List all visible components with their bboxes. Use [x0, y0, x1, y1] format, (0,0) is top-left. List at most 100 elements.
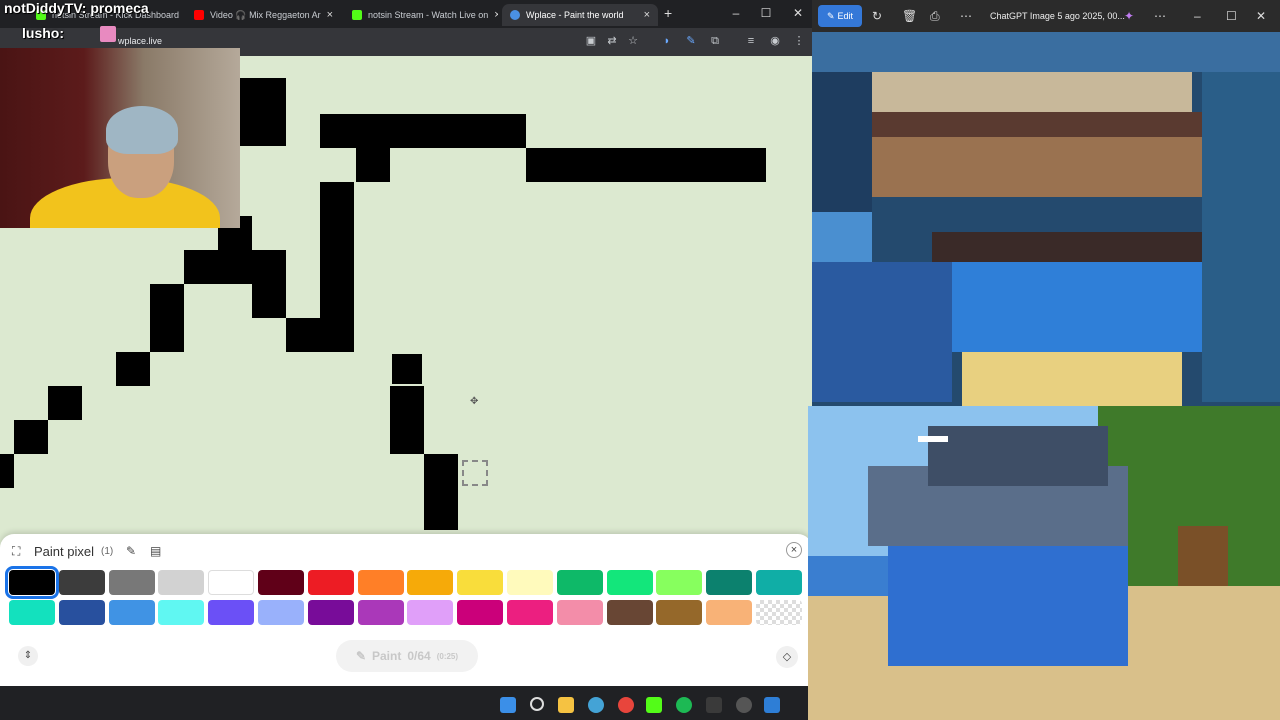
color-swatch[interactable] [5, 566, 59, 599]
search-icon[interactable] [530, 697, 544, 711]
wplace-icon [510, 10, 520, 20]
chat-username: lusho: [22, 25, 64, 41]
pixel-selection-cursor [462, 460, 488, 486]
print-icon[interactable]: ⎙ [930, 9, 940, 24]
close-window-icon[interactable]: ✕ [788, 6, 808, 20]
paint-progress: 0/64 [407, 649, 431, 663]
edit-button[interactable]: ✎ Edit [818, 5, 862, 27]
minimize-icon[interactable]: – [1194, 9, 1201, 23]
painted-pixel [356, 146, 390, 182]
crosshair-icon: ✥ [470, 396, 479, 407]
kick-app-icon[interactable] [646, 697, 662, 713]
terminal-icon[interactable] [706, 697, 722, 713]
painted-pixel [116, 352, 150, 386]
new-tab-button[interactable]: + [664, 5, 672, 21]
color-swatch[interactable] [407, 570, 454, 595]
color-swatch[interactable] [307, 600, 354, 625]
color-swatch[interactable] [208, 600, 255, 625]
color-swatch[interactable] [606, 600, 653, 625]
color-swatch[interactable] [208, 570, 255, 595]
close-panel-button[interactable]: × [786, 542, 802, 558]
painted-pixel [526, 148, 766, 182]
tab-label: Wplace - Paint the world [526, 10, 624, 20]
color-swatch[interactable] [158, 600, 205, 625]
extensions-puzzle-icon[interactable]: ⧉ [708, 34, 722, 48]
paint-button[interactable]: ✎ Paint 0/64 (0:25) [336, 640, 478, 672]
color-swatch[interactable] [457, 570, 504, 595]
url-field[interactable]: wplace.live [118, 36, 162, 46]
more-icon[interactable]: ⋯ [960, 9, 972, 23]
image-pixel-block [812, 32, 1280, 72]
color-swatch[interactable] [556, 570, 603, 595]
image-pixel-block [962, 352, 1182, 406]
color-swatch[interactable] [606, 570, 653, 595]
pixel-art-zoomed-image [812, 32, 1280, 406]
color-swatch[interactable] [507, 570, 553, 595]
color-swatch[interactable] [258, 570, 304, 595]
close-icon[interactable]: × [494, 9, 498, 21]
expand-icon[interactable]: ⇕ [18, 646, 38, 666]
color-swatch[interactable] [706, 600, 753, 625]
color-swatch[interactable] [457, 600, 504, 625]
close-icon[interactable]: × [327, 9, 333, 21]
color-swatch[interactable] [407, 600, 454, 625]
tab-label: notsin Stream - Watch Live on [368, 10, 489, 20]
color-swatch[interactable] [756, 600, 802, 625]
color-swatch[interactable] [556, 600, 603, 625]
color-swatch[interactable] [756, 570, 802, 595]
color-swatch[interactable] [307, 570, 354, 595]
copilot-icon[interactable]: ✦ [1124, 9, 1134, 23]
extension-icon[interactable]: ◗ [660, 34, 674, 48]
tab-youtube-video[interactable]: Video 🎧 Mix Reggaeton Ar × [186, 4, 340, 26]
close-icon[interactable]: × [644, 9, 650, 21]
pencil-icon[interactable]: ✎ [126, 544, 136, 558]
rotate-icon[interactable]: ↻ [872, 9, 882, 23]
color-swatch[interactable] [108, 600, 155, 625]
obs-icon[interactable] [736, 697, 752, 713]
star-icon[interactable]: ☆ [626, 34, 640, 48]
color-swatch[interactable] [258, 600, 304, 625]
fullscreen-icon[interactable]: ⛶ [12, 544, 20, 559]
color-swatch[interactable] [158, 570, 205, 595]
tab-kick-watch[interactable]: notsin Stream - Watch Live on × [344, 4, 498, 26]
color-swatch[interactable] [9, 600, 55, 625]
painted-pixel [14, 420, 48, 454]
windows-start-icon[interactable] [500, 697, 516, 713]
menu-icon[interactable]: ⋮ [792, 34, 806, 48]
paint-timer: (0:25) [436, 651, 459, 661]
brush-icon: ✎ [355, 649, 366, 663]
tab-wplace[interactable]: Wplace - Paint the world × [502, 4, 658, 26]
color-swatch[interactable] [656, 570, 703, 595]
color-swatch[interactable] [108, 570, 155, 595]
painted-pixel [390, 386, 424, 454]
delete-icon[interactable]: 🗑 [902, 9, 917, 23]
profile-icon[interactable]: ◉ [768, 34, 782, 48]
color-swatch[interactable] [58, 600, 105, 625]
file-explorer-icon[interactable] [558, 697, 574, 713]
maximize-icon[interactable]: ☐ [756, 6, 776, 20]
maximize-icon[interactable]: ☐ [1226, 9, 1237, 23]
photos-icon[interactable] [764, 697, 780, 713]
eraser-icon[interactable]: ◇ [776, 646, 798, 668]
edge-icon[interactable] [588, 697, 604, 713]
close-window-icon[interactable]: ✕ [1256, 9, 1266, 23]
color-swatch[interactable] [706, 570, 753, 595]
translate-icon[interactable]: ⇄ [605, 34, 619, 48]
color-swatch[interactable] [357, 570, 404, 595]
streamer-beanie [106, 106, 178, 154]
color-swatch[interactable] [58, 570, 105, 595]
paint-panel: ⛶ Paint pixel (1) ✎ ▤ × ⇕ ✎ Paint 0/64 (… [0, 534, 812, 686]
template-icon[interactable]: ▤ [150, 544, 161, 558]
color-swatch[interactable] [507, 600, 553, 625]
spotify-icon[interactable] [676, 697, 692, 713]
screen-share-icon[interactable]: ▣ [584, 34, 598, 48]
color-swatch[interactable] [357, 600, 404, 625]
image-pixel-block [852, 137, 1212, 197]
media-control-icon[interactable]: ≡ [744, 34, 758, 48]
extension-icon[interactable]: ✎ [684, 34, 698, 48]
color-swatch[interactable] [656, 600, 703, 625]
minimize-icon[interactable]: – [726, 6, 746, 20]
chrome-icon[interactable] [618, 697, 634, 713]
more-options-icon[interactable]: ⋯ [1154, 9, 1166, 23]
image-pixel-block [952, 262, 1212, 352]
